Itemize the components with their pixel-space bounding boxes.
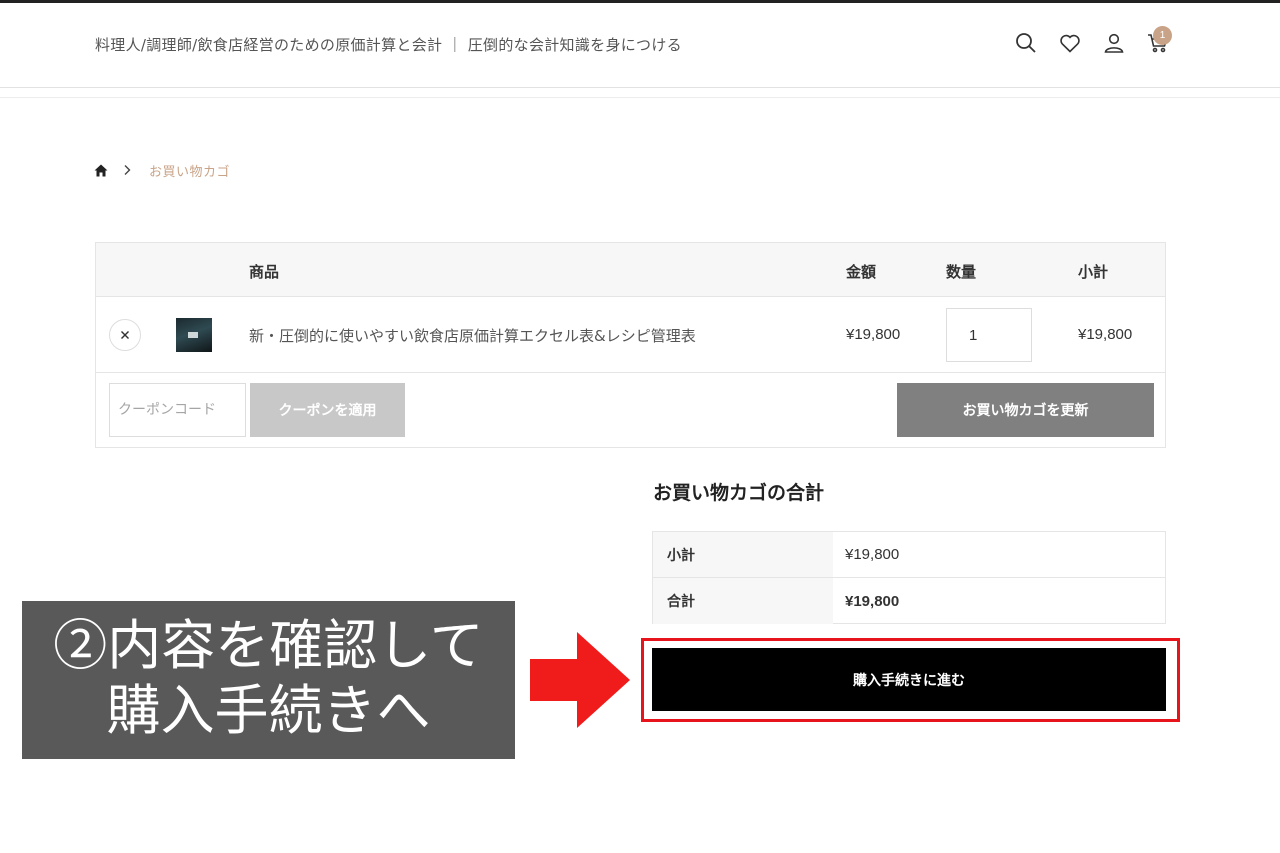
home-icon[interactable] [93, 162, 109, 178]
proceed-to-checkout-button[interactable]: 購入手続きに進む [652, 648, 1166, 711]
item-subtotal: ¥19,800 [1078, 326, 1133, 343]
header-divider [0, 97, 1280, 98]
update-cart-button[interactable]: お買い物カゴを更新 [897, 383, 1154, 437]
totals-row-total: 合計 ¥19,800 [653, 578, 1165, 624]
breadcrumb: お買い物カゴ [93, 160, 230, 180]
totals-total-label: 合計 [653, 578, 833, 624]
search-icon[interactable] [1004, 28, 1048, 58]
cart-totals-title: お買い物カゴの合計 [653, 482, 825, 504]
red-arrow-right-icon [530, 632, 630, 728]
cart-count-badge: 1 [1153, 26, 1172, 45]
chevron-right-icon [123, 162, 133, 178]
coupon-code-input[interactable] [109, 383, 246, 437]
totals-total-value: ¥19,800 [845, 592, 900, 610]
quantity-input[interactable] [946, 308, 1032, 362]
column-header-product: 商品 [249, 263, 280, 281]
instruction-line-2: 購入手続きへ [106, 679, 431, 742]
totals-subtotal-value: ¥19,800 [845, 546, 900, 563]
product-thumbnail[interactable] [176, 318, 212, 352]
user-icon[interactable] [1092, 28, 1136, 58]
apply-coupon-button[interactable]: クーポンを適用 [250, 383, 405, 437]
breadcrumb-current: お買い物カゴ [149, 164, 231, 180]
instruction-callout: ②内容を確認して 購入手続きへ [22, 601, 515, 759]
column-header-quantity: 数量 [946, 263, 977, 281]
remove-item-button[interactable] [109, 319, 141, 351]
column-header-subtotal: 小計 [1078, 263, 1109, 281]
cart-item-row: 新・圧倒的に使いやすい飲食店原価計算エクセル表&レシピ管理表 ¥19,800 ¥… [96, 297, 1165, 373]
cart-table: 商品 金額 数量 小計 新・圧倒的に使いやすい飲食店原価計算エクセル表&レシピ管… [95, 242, 1166, 448]
site-title[interactable]: 料理人/調理師/飲食店経営のための原価計算と会計 ｜ 圧倒的な会計知識を身につけ… [95, 34, 682, 55]
cart-totals-table: 小計 ¥19,800 合計 ¥19,800 [652, 531, 1166, 624]
close-icon [120, 330, 130, 340]
column-header-price: 金額 [846, 263, 877, 281]
totals-subtotal-label: 小計 [653, 532, 833, 577]
item-price: ¥19,800 [846, 326, 901, 343]
instruction-line-1: ②内容を確認して [53, 614, 484, 677]
coupon-row: クーポンを適用 お買い物カゴを更新 [96, 373, 1165, 447]
product-name-link[interactable]: 新・圧倒的に使いやすい飲食店原価計算エクセル表&レシピ管理表 [249, 325, 696, 346]
cart-table-header: 商品 金額 数量 小計 [96, 243, 1165, 297]
heart-icon[interactable] [1048, 28, 1092, 58]
totals-row-subtotal: 小計 ¥19,800 [653, 532, 1165, 578]
